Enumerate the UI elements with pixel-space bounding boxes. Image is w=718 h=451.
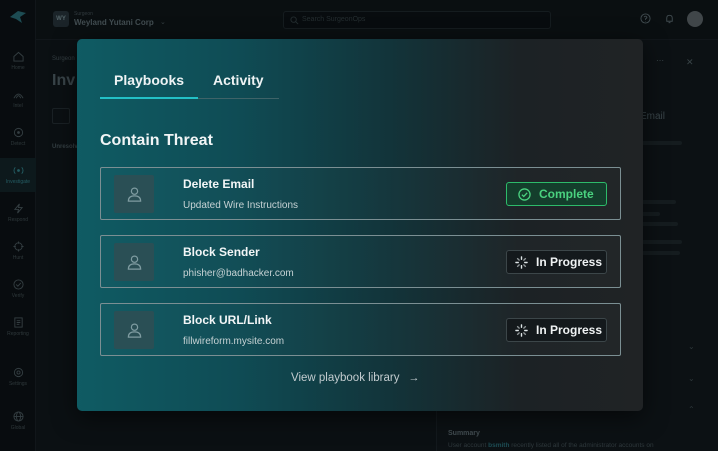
check-circle-icon bbox=[518, 187, 531, 201]
status-label: In Progress bbox=[536, 255, 603, 269]
status-badge-complete[interactable]: Complete bbox=[506, 182, 607, 206]
playbook-card[interactable]: Delete Email Updated Wire Instructions C… bbox=[100, 167, 621, 220]
card-title: Block URL/Link bbox=[183, 313, 272, 327]
modal-tabs: Playbooks Activity bbox=[100, 72, 279, 98]
spinner-icon bbox=[515, 323, 528, 337]
view-playbook-library-link[interactable]: View playbook library → bbox=[291, 372, 419, 384]
card-subtitle: fillwireform.mysite.com bbox=[183, 336, 285, 347]
spinner-icon bbox=[515, 255, 528, 269]
card-subtitle: Updated Wire Instructions bbox=[183, 200, 299, 211]
tab-activity[interactable]: Activity bbox=[213, 72, 264, 88]
status-badge-in-progress[interactable]: In Progress bbox=[506, 318, 607, 342]
user-icon bbox=[114, 311, 154, 349]
section-title: Contain Threat bbox=[100, 132, 213, 149]
card-title: Block Sender bbox=[183, 245, 260, 259]
playbook-card[interactable]: Block URL/Link fillwireform.mysite.com I… bbox=[100, 303, 621, 356]
status-label: In Progress bbox=[536, 323, 603, 337]
tab-playbooks[interactable]: Playbooks bbox=[114, 72, 184, 88]
card-subtitle: phisher@badhacker.com bbox=[183, 268, 294, 279]
playbooks-modal: Playbooks Activity Contain Threat Delete… bbox=[77, 39, 643, 411]
user-icon bbox=[114, 243, 154, 281]
active-tab-indicator bbox=[100, 97, 198, 99]
card-title: Delete Email bbox=[183, 177, 255, 191]
library-link-label: View playbook library bbox=[291, 372, 400, 384]
user-icon bbox=[114, 175, 154, 213]
status-label: Complete bbox=[539, 187, 594, 201]
status-badge-in-progress[interactable]: In Progress bbox=[506, 250, 607, 274]
arrow-right-icon: → bbox=[408, 372, 420, 384]
playbook-card[interactable]: Block Sender phisher@badhacker.com In Pr… bbox=[100, 235, 621, 288]
